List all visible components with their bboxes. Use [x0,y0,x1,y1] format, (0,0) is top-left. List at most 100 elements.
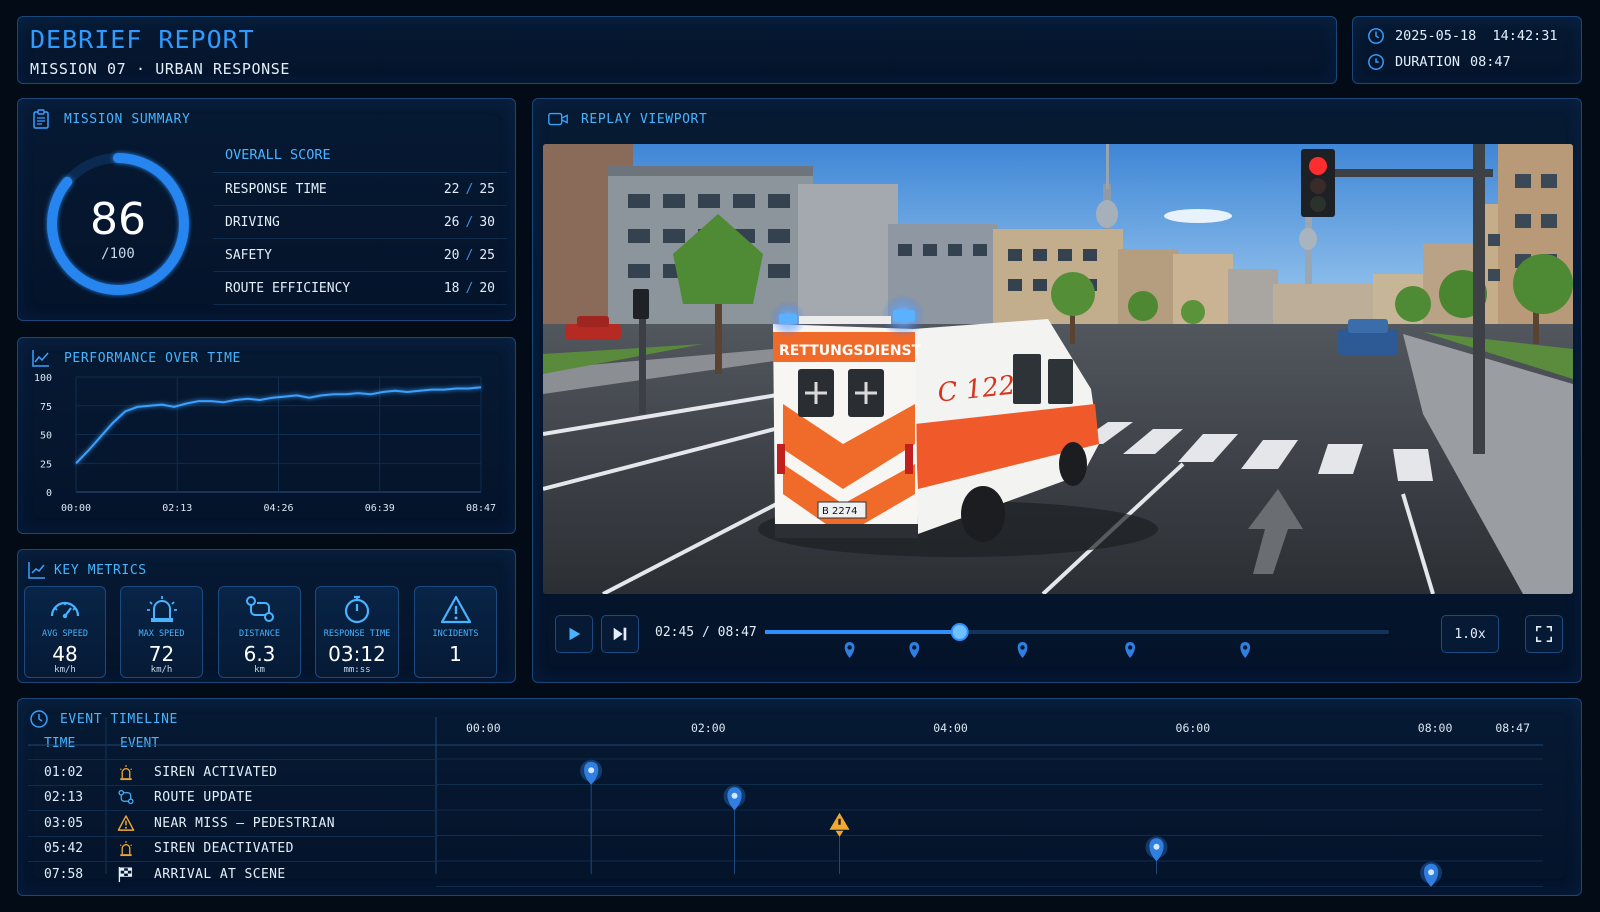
header-panel: DEBRIEF REPORT MISSION 07 · URBAN RESPON… [17,16,1337,84]
event-row[interactable]: 03:05 NEAR MISS – PEDESTRIAN [28,810,438,836]
event-icon-cell [106,764,146,781]
fullscreen-icon [1535,625,1553,643]
event-name: ARRIVAL AT SCENE [154,866,286,882]
playback-time: 02:45 / 08:47 [655,625,757,640]
vehicle-lettering: RETTUNGSDIENST [779,343,922,359]
datetime-panel: 2025-05-18 14:42:31 DURATION 08:47 [1352,16,1582,84]
score-row: ROUTE EFFICIENCY 18 / 20 [213,272,507,305]
playback-speed-button[interactable]: 1.0x [1441,615,1499,653]
metric-value: 03:12 [328,642,386,666]
warning-icon [117,814,135,831]
x-tick-label: 04:26 [263,503,293,514]
score-row-value: 18 [443,280,460,296]
event-marker-pin[interactable] [1125,642,1135,658]
license-plate: B 2274 [822,506,858,517]
timeline-event-marker[interactable] [723,785,746,811]
stopwatch-icon [344,595,370,624]
metric-card: DISTANCE 6.3 km [218,586,301,678]
metric-card: MAX SPEED 72 km/h [120,586,203,678]
replay-scene[interactable]: RETTUNGSDIENST C 122 B 2274 [543,144,1573,594]
metric-unit: km/h [150,665,173,675]
score-row-separator: / [465,214,474,230]
timeline-axis-label: 08:00 [1418,721,1453,735]
event-time: 03:05 [44,815,84,831]
video-camera-icon [548,112,568,126]
performance-chart: 0 25 50 75 100 00:00 02:13 04:26 06:39 08:47 [34,373,496,514]
speedometer-icon [50,601,80,619]
score-row-max: 25 [479,247,495,263]
score-row: RESPONSE TIME 22 / 25 [213,173,507,206]
score-row-label: ROUTE EFFICIENCY [225,280,351,296]
datetime-text: 2025-05-18 14:42:31 [1395,28,1558,44]
mission-summary-header: MISSION SUMMARY [30,109,190,129]
replay-viewport-header: REPLAY VIEWPORT [547,109,707,129]
warning-icon [440,595,471,624]
skip-button[interactable] [601,615,639,653]
key-metrics-header: KEY METRICS [26,560,147,580]
event-row[interactable]: 02:13 ROUTE UPDATE [28,784,438,811]
score-row-max: 25 [479,181,495,197]
event-row[interactable]: 01:02 SIREN ACTIVATED [28,759,438,785]
play-button[interactable] [555,615,593,653]
metric-label: AVG SPEED [41,629,89,639]
duration-value: 08:47 [1470,54,1511,70]
event-row[interactable]: 07:58 ARRIVAL AT SCENE [28,861,438,887]
event-icon-cell [106,866,146,883]
score-row-separator: / [465,181,474,197]
event-marker-pin[interactable] [1240,642,1251,658]
metric-value: 1 [449,642,462,666]
score-row-separator: / [465,280,474,296]
y-tick-label: 25 [40,459,52,470]
siren-icon [146,596,177,622]
fullscreen-button[interactable] [1525,615,1563,653]
event-marker-pin[interactable] [909,642,920,658]
siren-icon [119,764,133,780]
overall-score-max: /100 [101,246,135,262]
timeline-event-marker[interactable] [1420,861,1443,887]
score-row-value: 20 [443,247,460,263]
timeline-axis-label: 02:00 [691,721,726,735]
timer-icon [1368,54,1384,70]
score-row-value: 22 [443,181,460,197]
key-metrics-title: KEY METRICS [54,562,147,578]
y-tick-label: 50 [40,431,52,442]
event-list: 01:02 SIREN ACTIVATED 02:13 ROUTE UPDATE 03:… [28,759,438,887]
score-row: DRIVING 26 / 30 [213,206,507,239]
score-row-value: 26 [443,214,460,230]
page-title: DEBRIEF REPORT [30,25,255,54]
event-icon-cell [106,789,146,806]
key-metrics-panel: KEY METRICS AVG SPEED 48 km/h MAX SPEED 72 km… [17,549,516,683]
score-row-max: 30 [479,214,495,230]
event-timeline-panel: EVENT TIMELINE TIME EVENT 00:00 02:00 04:0… [17,698,1582,896]
mission-subtitle: MISSION 07 · URBAN RESPONSE [30,60,291,78]
checkered-flag-icon [118,866,133,882]
timeline-event-marker[interactable] [1145,836,1168,862]
event-name: SIREN ACTIVATED [154,764,278,780]
x-tick-label: 00:00 [61,503,91,514]
metric-value: 48 [52,642,78,666]
metric-label: DISTANCE [239,629,280,639]
scrubber-handle[interactable] [950,623,969,641]
event-name: ROUTE UPDATE [154,790,253,806]
event-row[interactable]: 05:42 SIREN DEACTIVATED [28,835,438,862]
duration-row: DURATION 08:47 [1367,53,1511,71]
replay-viewport-title: REPLAY VIEWPORT [581,111,708,127]
overall-score-label: OVERALL SCORE [213,137,507,173]
playback-scrubber[interactable] [765,607,1405,667]
overall-score-value: 86 [90,194,146,245]
timeline-event-marker[interactable] [829,812,850,837]
event-time: 07:58 [44,866,84,882]
timeline-axis-label: 08:47 [1495,721,1530,735]
timeline-axis-label: 00:00 [466,721,501,735]
metric-label: INCIDENTS [432,629,479,639]
metric-card: RESPONSE TIME 03:12 mm:ss [315,586,399,678]
route-icon [245,596,274,622]
event-marker-pin[interactable] [1017,642,1028,658]
metric-unit: km/h [54,665,76,675]
event-icon-cell [106,814,146,832]
performance-panel: PERFORMANCE OVER TIME 0 25 50 75 100 00:00 02:… [17,337,516,534]
timeline-event-marker[interactable] [580,759,603,785]
score-row-label: RESPONSE TIME [225,181,327,197]
mission-summary-panel: MISSION SUMMARY 86 /100 OVERALL SCORE RE… [17,98,516,321]
event-marker-pin[interactable] [844,642,855,658]
